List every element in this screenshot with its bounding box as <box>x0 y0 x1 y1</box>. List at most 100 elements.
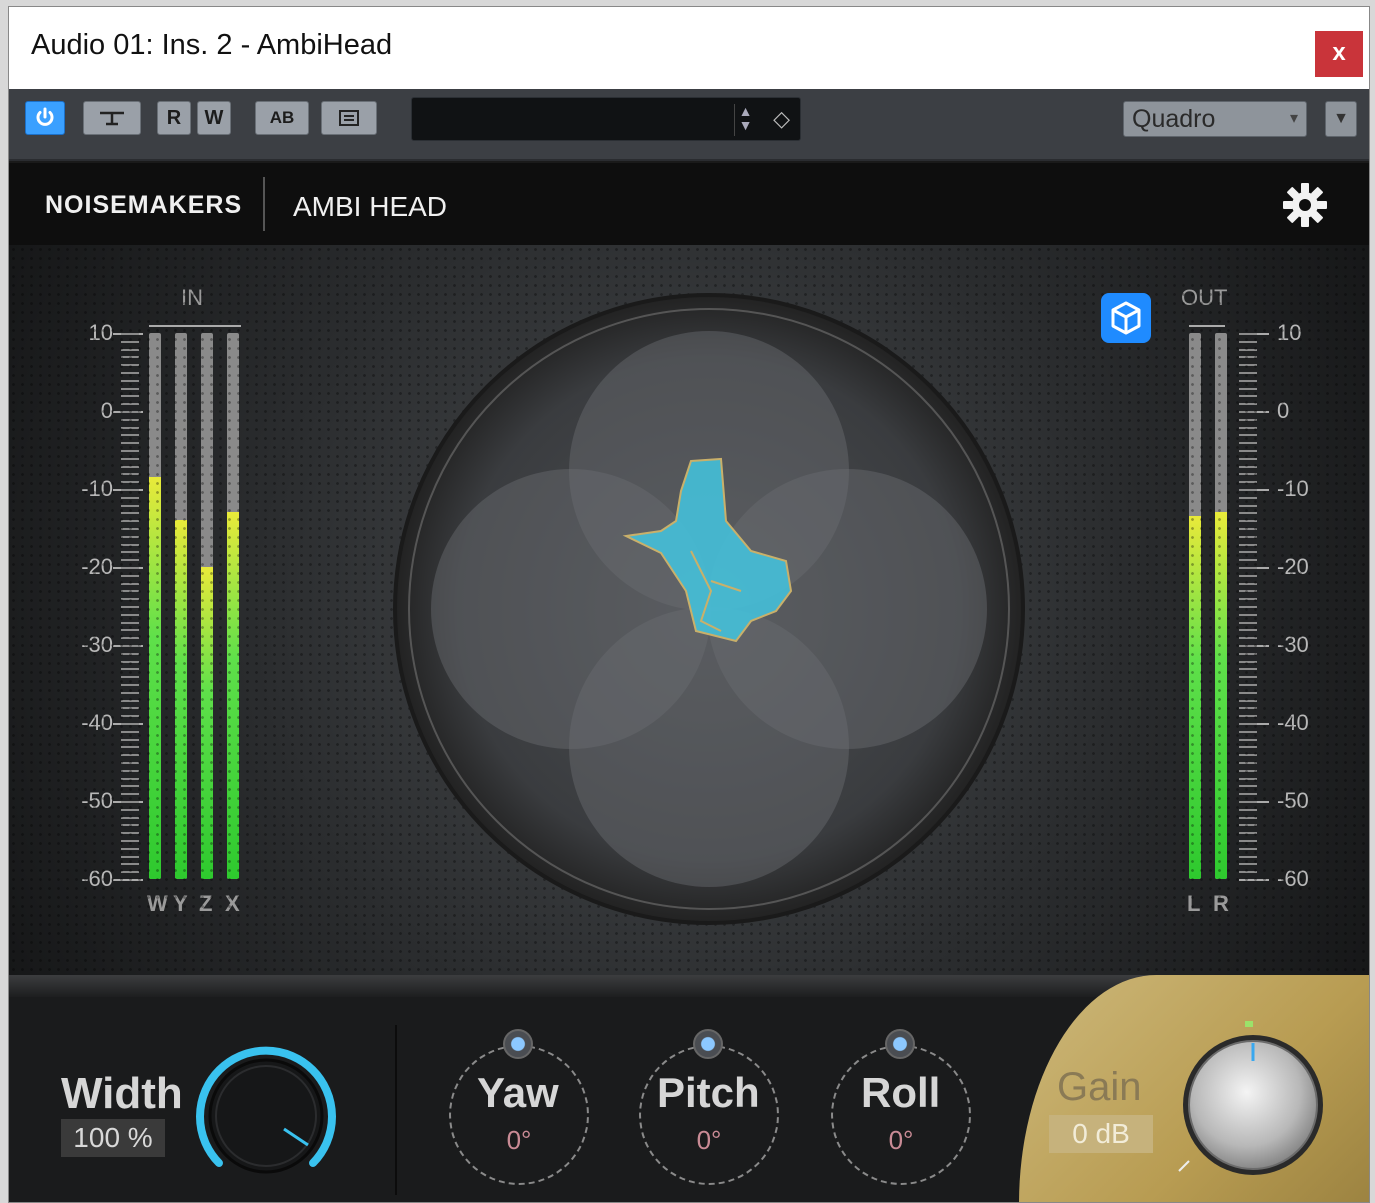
preset-stepper[interactable]: ▲ ▼ <box>734 104 756 136</box>
write-automation-button[interactable]: W <box>197 101 231 135</box>
meter-scale-tick <box>121 356 139 359</box>
chevron-down-icon[interactable]: ▼ <box>739 117 753 133</box>
meter-scale-tick <box>1239 637 1257 640</box>
gear-icon[interactable] <box>1281 181 1329 229</box>
meter-scale-tick <box>1239 535 1257 538</box>
meter-scale-tick <box>121 777 139 780</box>
meter-scale-label: -50 <box>1277 788 1309 813</box>
meter-scale-ticks <box>121 333 139 879</box>
input-meter-label: IN <box>181 285 203 310</box>
meter-scale-tick <box>121 824 139 827</box>
meter-scale-tick <box>1239 840 1257 842</box>
control-panel: Width 100 % Yaw 0° Pitch 0° Roll 0° Gain… <box>9 975 1369 1202</box>
power-icon <box>36 107 54 126</box>
meter-scale-tick <box>1239 668 1257 671</box>
meter-scale-label: 0 <box>100 398 113 423</box>
meter-scale-tick <box>1239 863 1257 866</box>
meter-scale-tick <box>1239 621 1257 624</box>
meter-scale-tick <box>1239 582 1257 585</box>
width-value[interactable]: 100 % <box>61 1119 165 1157</box>
read-automation-button[interactable]: R <box>157 101 191 135</box>
roll-value[interactable]: 0° <box>861 1125 941 1156</box>
meter-scale-tick <box>121 629 139 632</box>
meter-scale-tick <box>1239 543 1257 546</box>
meter-scale-tick <box>1239 785 1257 788</box>
meter-scale-label: 10 <box>88 320 113 345</box>
output-format-value: Quadro <box>1132 105 1216 133</box>
meter-scale-tick <box>121 871 139 874</box>
close-button[interactable]: x <box>1315 31 1363 77</box>
meter-scale-tick <box>121 840 139 842</box>
width-knob[interactable] <box>191 1041 341 1191</box>
meter-scale-label: -30 <box>81 632 113 657</box>
input-meter-bracket <box>149 325 241 327</box>
preset-field[interactable]: ▲ ▼ ◇ <box>411 97 801 141</box>
bypass-button[interactable] <box>83 101 141 135</box>
options-dropdown-button[interactable]: ▼ <box>1325 101 1357 137</box>
meter-scale-tick <box>121 442 139 445</box>
meter-scale-tick <box>121 769 139 772</box>
meter-scale-tick <box>121 738 139 741</box>
preset-menu-button[interactable] <box>321 101 377 135</box>
meter-scale-tick <box>1239 504 1257 507</box>
meter-scale-tick <box>121 652 139 655</box>
power-button[interactable] <box>25 101 65 135</box>
brand-logo: NOISEMAKERS <box>45 191 243 219</box>
meter-scale-tick <box>1239 847 1257 850</box>
yaw-value[interactable]: 0° <box>479 1125 559 1156</box>
ab-compare-button[interactable]: AB <box>255 101 309 135</box>
header-divider <box>263 177 265 231</box>
meter-scale-tick <box>1239 676 1257 679</box>
ambisonic-sphere[interactable] <box>391 291 1027 927</box>
meter-channel-name: R <box>1213 891 1229 916</box>
cube-icon <box>1111 301 1141 335</box>
meter-scale-tick <box>121 707 139 710</box>
meter-scale-tick <box>1239 707 1257 710</box>
meter-scale-tick <box>1239 372 1257 374</box>
meter-scale-tick <box>121 668 139 671</box>
meter-scale-tick <box>1239 434 1257 437</box>
list-icon <box>339 110 359 126</box>
meter-scale-tick <box>121 411 139 413</box>
meter-scale-label: -60 <box>1277 866 1309 891</box>
meter-scale-label: -20 <box>1277 554 1309 579</box>
gain-knob[interactable] <box>1169 1021 1329 1181</box>
meter-scale-tick <box>121 863 139 866</box>
meter-scale-tick <box>1239 871 1257 874</box>
meter-bar-l <box>1189 333 1201 879</box>
meter-scale-tick <box>1239 387 1257 390</box>
meter-scale-tick <box>1239 348 1257 351</box>
meter-scale-tick <box>1239 512 1257 515</box>
meter-scale-tick <box>1239 559 1257 562</box>
meter-scale-tick <box>121 785 139 788</box>
meter-scale-tick <box>1239 613 1257 616</box>
yaw-indicator[interactable] <box>503 1029 533 1059</box>
gain-value[interactable]: 0 dB <box>1049 1115 1153 1153</box>
visualizer-area: IN 10 0 -10 -20 -30 -40 -50 -60 WYZX OUT… <box>9 245 1369 975</box>
chevron-down-icon: ▾ <box>1289 110 1298 127</box>
gain-label: Gain <box>1057 1065 1142 1109</box>
pitch-indicator[interactable] <box>693 1029 723 1059</box>
meter-scale-label: 0 <box>1277 398 1290 423</box>
bypass-icon <box>100 111 124 126</box>
meter-scale-tick <box>1239 777 1257 780</box>
diamond-icon[interactable]: ◇ <box>773 106 790 132</box>
meter-scale-tick <box>1239 715 1257 718</box>
meter-scale-tick <box>1239 652 1257 655</box>
meter-scale-tick <box>1239 793 1257 796</box>
meter-bar-w <box>149 333 161 879</box>
roll-indicator[interactable] <box>885 1029 915 1059</box>
meter-scale-tick <box>121 333 139 335</box>
output-format-select[interactable]: Quadro ▾ <box>1123 101 1307 137</box>
3d-view-button[interactable] <box>1101 293 1151 343</box>
meter-scale-label: 10 <box>1277 320 1302 345</box>
meter-scale-tick <box>121 746 139 749</box>
meter-scale-tick <box>121 457 139 460</box>
meter-scale-tick <box>121 684 139 686</box>
panel-divider <box>395 1025 397 1195</box>
meter-scale-tick <box>1239 746 1257 749</box>
meter-scale-tick <box>1239 769 1257 772</box>
meter-channel-name: X <box>225 891 240 916</box>
meter-scale-tick <box>121 645 139 647</box>
pitch-value[interactable]: 0° <box>669 1125 749 1156</box>
